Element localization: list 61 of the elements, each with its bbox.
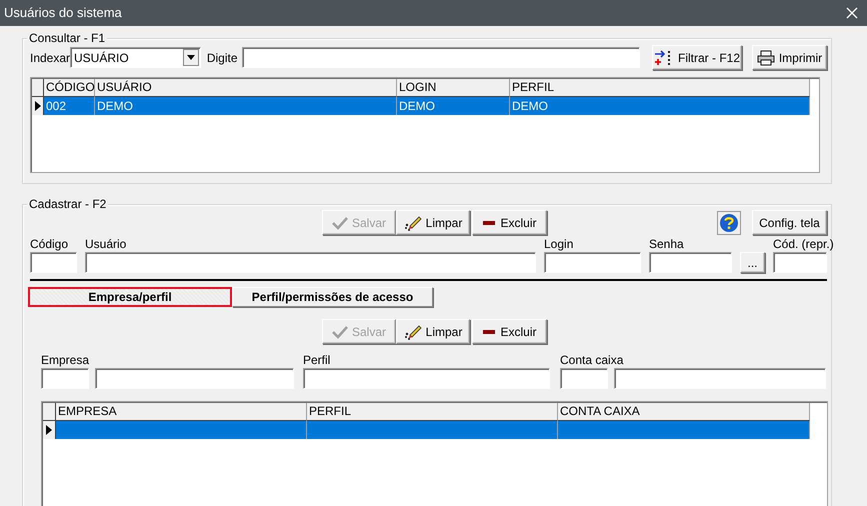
window-title: Usuários do sistema bbox=[4, 4, 122, 22]
input-field[interactable] bbox=[95, 368, 294, 389]
delete-button[interactable]: Excluir bbox=[472, 319, 547, 344]
input-field[interactable] bbox=[614, 368, 826, 389]
field-label: Usuário bbox=[85, 237, 128, 251]
table-cell: DEMO bbox=[510, 97, 810, 115]
delete-button[interactable]: Excluir bbox=[472, 210, 547, 235]
pencil-icon bbox=[404, 214, 422, 230]
column-header[interactable]: CONTA CAIXA bbox=[558, 403, 810, 421]
field-label: Código bbox=[30, 237, 70, 251]
input-field[interactable] bbox=[30, 252, 77, 273]
config-button[interactable]: Config. tela bbox=[752, 210, 827, 235]
header-corner bbox=[43, 403, 56, 421]
field-label: Perfil bbox=[303, 353, 332, 367]
field-label: Conta caixa bbox=[560, 353, 624, 367]
input-field[interactable] bbox=[649, 252, 732, 273]
index-dropdown[interactable]: USUÁRIO bbox=[70, 47, 201, 68]
minus-icon bbox=[482, 220, 496, 226]
tab[interactable]: Perfil/permissões de acesso bbox=[232, 287, 433, 307]
data-grid[interactable]: EMPRESA PERFIL CONTA CAIXA bbox=[41, 401, 828, 506]
column-header[interactable]: PERFIL bbox=[307, 403, 558, 421]
help-icon[interactable] bbox=[717, 210, 741, 234]
check-icon bbox=[332, 216, 348, 230]
input-field[interactable] bbox=[560, 368, 608, 389]
table-cell: 002 bbox=[44, 97, 95, 115]
input-field[interactable] bbox=[85, 252, 536, 273]
print-button[interactable]: Imprimir bbox=[752, 45, 827, 70]
column-header[interactable]: LOGIN bbox=[397, 79, 510, 97]
minus-icon bbox=[482, 328, 496, 334]
close-icon[interactable] bbox=[846, 7, 858, 19]
clear-button[interactable]: Limpar bbox=[396, 210, 470, 235]
column-header[interactable]: USUÁRIO bbox=[95, 79, 397, 97]
group-legend: Consultar - F1 bbox=[27, 31, 108, 45]
row-pointer-icon bbox=[34, 101, 40, 111]
input-field[interactable] bbox=[544, 252, 641, 273]
data-grid[interactable]: CÓDIGO USUÁRIO LOGIN PERFIL 002 DEMO DEMO DEMO bbox=[30, 77, 820, 173]
input-field[interactable] bbox=[773, 252, 827, 273]
field-label: Digite bbox=[206, 50, 238, 64]
column-header[interactable]: EMPRESA bbox=[56, 403, 307, 421]
search-field[interactable] bbox=[242, 47, 640, 68]
field-label: Cód. (repr.) bbox=[773, 237, 834, 251]
column-header[interactable]: PERFIL bbox=[510, 79, 810, 97]
input-field[interactable] bbox=[303, 368, 550, 389]
printer-icon bbox=[756, 50, 775, 66]
group-legend: Cadastrar - F2 bbox=[27, 197, 108, 211]
field-label: Login bbox=[544, 237, 574, 251]
filter-button[interactable]: Filtrar - F12 bbox=[652, 45, 742, 70]
pencil-icon bbox=[404, 324, 422, 340]
browse-button[interactable]: ... bbox=[740, 252, 765, 273]
table-cell: DEMO bbox=[397, 97, 510, 115]
header-corner bbox=[32, 79, 44, 97]
input-field[interactable] bbox=[41, 368, 89, 389]
column-header[interactable]: CÓDIGO bbox=[44, 79, 95, 97]
field-label: Empresa bbox=[41, 353, 90, 367]
tab[interactable]: Empresa/perfil bbox=[28, 287, 232, 307]
check-icon bbox=[332, 324, 348, 338]
field-label: Indexar bbox=[30, 50, 70, 64]
field-label: Senha bbox=[649, 237, 685, 251]
clear-button[interactable]: Limpar bbox=[396, 319, 470, 344]
row-pointer-icon bbox=[46, 425, 52, 435]
table-cell: DEMO bbox=[95, 97, 397, 115]
